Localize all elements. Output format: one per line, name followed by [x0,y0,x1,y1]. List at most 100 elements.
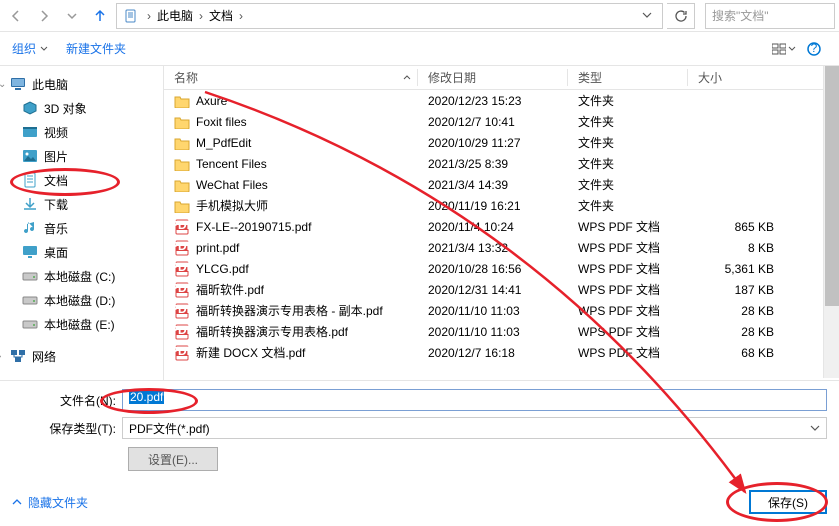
address-toolbar: › 此电脑 › 文档 › 搜索"文档" [0,0,839,32]
sidebar-item-label: 图片 [44,148,68,165]
sidebar-item-drive[interactable]: 本地磁盘 (C:) [0,264,163,288]
network-icon [10,348,26,364]
file-type: WPS PDF 文档 [568,344,688,361]
file-type: 文件夹 [568,176,688,193]
save-button[interactable]: 保存(S) [749,490,827,514]
file-type: WPS PDF 文档 [568,239,688,256]
sidebar-item-label: 本地磁盘 (D:) [44,292,115,309]
music-icon [22,220,38,236]
file-date: 2020/11/10 11:03 [418,304,568,318]
hide-folders-toggle[interactable]: 隐藏文件夹 [12,494,88,511]
svg-text:?: ? [811,42,818,55]
nav-back-button[interactable] [4,4,28,28]
tree-expand-icon[interactable]: › [0,351,1,362]
help-button[interactable]: ? [801,38,827,60]
file-date: 2020/12/7 16:18 [418,346,568,360]
scrollbar-thumb[interactable] [825,66,839,306]
sidebar-item-music[interactable]: 音乐 [0,216,163,240]
file-name: 新建 DOCX 文档.pdf [196,344,305,361]
file-row[interactable]: Tencent Files 2021/3/25 8:39文件夹 [164,153,839,174]
nav-recent-button[interactable] [60,4,84,28]
file-row[interactable]: 手机模拟大师2020/11/19 16:21文件夹 [164,195,839,216]
nav-forward-button[interactable] [32,4,56,28]
search-input[interactable]: 搜索"文档" [705,3,835,29]
search-placeholder: 搜索"文档" [712,7,769,24]
file-date: 2020/12/23 15:23 [418,94,568,108]
file-name: M_PdfEdit [196,136,251,150]
folder-icon [174,93,190,109]
col-header-name[interactable]: 名称 [164,69,418,86]
filename-input[interactable]: 20.pdf [122,389,827,411]
file-type: 文件夹 [568,113,688,130]
dialog-footer: 隐藏文件夹 保存(S) [0,482,839,526]
file-name: YLCG.pdf [196,262,249,276]
file-name: 福昕软件.pdf [196,281,264,298]
refresh-button[interactable] [667,3,695,29]
sidebar-item-label: 本地磁盘 (C:) [44,268,115,285]
sidebar-item-3d[interactable]: 3D 对象 [0,96,163,120]
file-type: WPS PDF 文档 [568,218,688,235]
nav-up-button[interactable] [88,4,112,28]
settings-button[interactable]: 设置(E)... [128,447,218,471]
sidebar-item-video[interactable]: 视频 [0,120,163,144]
file-type: WPS PDF 文档 [568,281,688,298]
svg-text:PDF: PDF [175,219,189,232]
file-row[interactable]: PDFFX-LE--20190715.pdf2020/11/4 10:24WPS… [164,216,839,237]
save-fields-panel: 文件名(N): 20.pdf 保存类型(T): PDF文件(*.pdf) 设置(… [0,380,839,475]
sidebar-item-label: 下载 [44,196,68,213]
sidebar-item-drive[interactable]: 本地磁盘 (D:) [0,288,163,312]
sidebar-item-desktop[interactable]: 桌面 [0,240,163,264]
computer-icon [10,76,26,92]
file-date: 2021/3/25 8:39 [418,157,568,171]
pdf-icon: PDF [174,282,190,298]
tree-label: 网络 [32,348,56,365]
breadcrumb-documents[interactable]: 文档 [207,7,235,24]
file-row[interactable]: PDF福昕软件.pdf2020/12/31 14:41WPS PDF 文档187… [164,279,839,300]
sidebar-item-label: 音乐 [44,220,68,237]
file-size: 28 KB [688,304,788,318]
file-type: 文件夹 [568,92,688,109]
desktop-icon [22,244,38,260]
drive-icon [22,268,38,284]
sidebar-item-download[interactable]: 下载 [0,192,163,216]
breadcrumb-bar[interactable]: › 此电脑 › 文档 › [116,3,663,29]
organize-menu[interactable]: 组织 [12,40,48,57]
file-name: 手机模拟大师 [196,197,268,214]
file-type: WPS PDF 文档 [568,323,688,340]
tree-network[interactable]: › 网络 [0,344,163,368]
new-folder-button[interactable]: 新建文件夹 [66,40,126,57]
file-date: 2020/11/4 10:24 [418,220,568,234]
sidebar-item-drive[interactable]: 本地磁盘 (E:) [0,312,163,336]
file-name: print.pdf [196,241,239,255]
view-mode-button[interactable] [771,38,797,60]
file-row[interactable]: PDF福昕转换器演示专用表格 - 副本.pdf2020/11/10 11:03W… [164,300,839,321]
file-row[interactable]: PDF福昕转换器演示专用表格.pdf2020/11/10 11:03WPS PD… [164,321,839,342]
filetype-select[interactable]: PDF文件(*.pdf) [122,417,827,439]
chevron-right-icon: › [195,9,207,23]
pdf-icon: PDF [174,240,190,256]
col-header-size[interactable]: 大小 [688,69,788,86]
scrollbar-vertical[interactable] [823,66,839,378]
file-row[interactable]: PDFYLCG.pdf2020/10/28 16:56WPS PDF 文档5,3… [164,258,839,279]
sidebar-item-doc[interactable]: 文档 [0,168,163,192]
col-header-type[interactable]: 类型 [568,69,688,86]
sidebar-item-label: 桌面 [44,244,68,261]
file-name: Tencent Files [196,157,267,171]
file-row[interactable]: Axure2020/12/23 15:23文件夹 [164,90,839,111]
svg-text:PDF: PDF [175,324,189,337]
file-row[interactable]: PDF新建 DOCX 文档.pdf2020/12/7 16:18WPS PDF … [164,342,839,363]
breadcrumb-this-pc[interactable]: 此电脑 [155,7,195,24]
file-row[interactable]: M_PdfEdit2020/10/29 11:27文件夹 [164,132,839,153]
tree-this-pc[interactable]: ⌄ 此电脑 [0,72,163,96]
file-type: 文件夹 [568,155,688,172]
file-row[interactable]: PDFprint.pdf2021/3/4 13:32WPS PDF 文档8 KB [164,237,839,258]
path-dropdown-icon[interactable] [638,9,656,23]
sidebar-item-picture[interactable]: 图片 [0,144,163,168]
file-row[interactable]: Foxit files2020/12/7 10:41文件夹 [164,111,839,132]
sidebar-item-label: 3D 对象 [44,100,87,117]
tree-expand-icon[interactable]: ⌄ [0,79,6,90]
col-header-date[interactable]: 修改日期 [418,69,568,86]
file-row[interactable]: WeChat Files2021/3/4 14:39文件夹 [164,174,839,195]
file-type: 文件夹 [568,134,688,151]
video-icon [22,124,38,140]
